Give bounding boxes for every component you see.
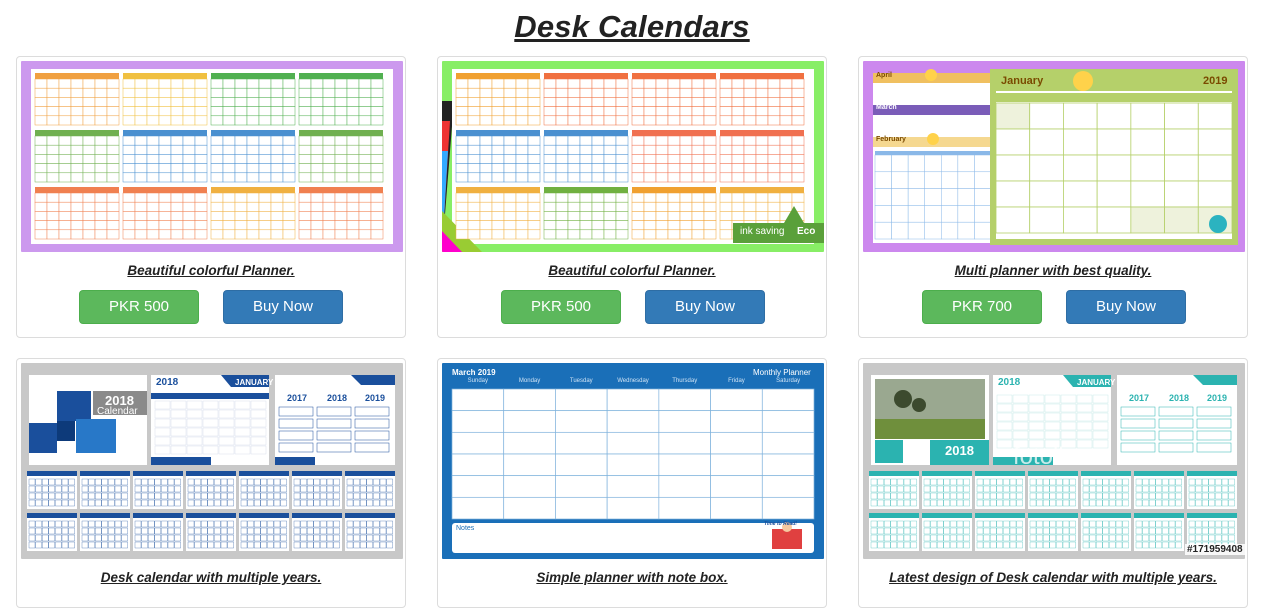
- weekday-label: Thursday: [672, 378, 698, 384]
- product-caption[interactable]: Multi planner with best quality.: [859, 263, 1247, 278]
- reading-badge: Time to Read!: [764, 521, 797, 527]
- product-card: ink saving Eco Beautiful colorful Planne…: [437, 56, 827, 338]
- buy-now-button[interactable]: Buy Now: [223, 290, 343, 324]
- weekday-label: Saturday: [776, 378, 801, 384]
- year-label: 2017: [287, 393, 308, 403]
- year-label: 2018: [1169, 393, 1190, 403]
- product-image[interactable]: 2018 2018 JANUARY 2017 2018 2019 fotolia…: [863, 363, 1245, 559]
- weekday-label: Sunday: [467, 378, 489, 384]
- notes-label: Notes: [456, 525, 475, 532]
- weekday-label: Wednesday: [617, 378, 649, 384]
- back-month-label: April: [876, 72, 892, 79]
- weekday-header: Sunday Monday Tuesday Wednesday Thursday Frid…: [452, 378, 814, 388]
- product-card: 2018 Calendar 2018 JANUARY 2017 2018 201…: [16, 358, 406, 608]
- product-caption[interactable]: Beautiful colorful Planner.: [17, 263, 405, 278]
- eco-badge: Eco: [797, 226, 816, 237]
- product-card: March 2019 Monthly Planner Notes Time to…: [437, 358, 827, 608]
- planner-title: Monthly Planner: [753, 368, 811, 377]
- buy-now-button[interactable]: Buy Now: [645, 290, 765, 324]
- weekday-label: Friday: [728, 378, 745, 384]
- back-month-label: March: [876, 104, 897, 111]
- month-year: 2018: [998, 377, 1021, 388]
- price-button[interactable]: PKR 700: [922, 290, 1042, 324]
- back-month-label: February: [876, 136, 906, 143]
- main-month-label: January: [1001, 75, 1044, 87]
- buy-now-button[interactable]: Buy Now: [1066, 290, 1186, 324]
- cover-year: 2018: [945, 443, 974, 458]
- month-year: 2018: [156, 377, 179, 388]
- fotolia-watermark: fotolia: [1013, 443, 1078, 470]
- product-card: 2018 2018 JANUARY 2017 2018 2019 fotolia…: [858, 358, 1248, 608]
- year-label: 2018: [327, 393, 348, 403]
- weekday-label: Tuesday: [569, 378, 593, 384]
- product-card: Beautiful colorful Planner. PKR 500 Buy …: [16, 56, 406, 338]
- year-label: 2019: [1207, 393, 1228, 403]
- year-label: 2017: [1129, 393, 1150, 403]
- month-name: JANUARY: [235, 378, 274, 387]
- product-image[interactable]: 2018 Calendar 2018 JANUARY 2017 2018 201…: [21, 363, 403, 559]
- product-image[interactable]: [21, 61, 403, 252]
- product-image[interactable]: April March February January 2019: [863, 61, 1245, 252]
- price-button[interactable]: PKR 500: [79, 290, 199, 324]
- stock-id: #171959408: [1185, 544, 1245, 555]
- product-caption[interactable]: Simple planner with note box.: [438, 570, 826, 585]
- year-label: 2019: [365, 393, 386, 403]
- product-caption[interactable]: Beautiful colorful Planner.: [438, 263, 826, 278]
- product-card: April March February January 2019 Multi …: [858, 56, 1248, 338]
- ink-saving-tag: ink saving: [740, 226, 785, 237]
- planner-month: March 2019: [452, 368, 496, 377]
- page-title: Desk Calendars: [514, 9, 750, 44]
- product-image[interactable]: ink saving Eco: [442, 61, 824, 252]
- product-caption[interactable]: Desk calendar with multiple years.: [17, 570, 405, 585]
- weekday-label: Monday: [518, 378, 541, 384]
- month-name: JANUARY: [1077, 378, 1116, 387]
- price-button[interactable]: PKR 500: [501, 290, 621, 324]
- cover-label: Calendar: [97, 406, 138, 417]
- product-image[interactable]: March 2019 Monthly Planner Notes Time to…: [442, 363, 824, 559]
- main-year-label: 2019: [1203, 75, 1228, 87]
- product-caption[interactable]: Latest design of Desk calendar with mult…: [859, 570, 1247, 585]
